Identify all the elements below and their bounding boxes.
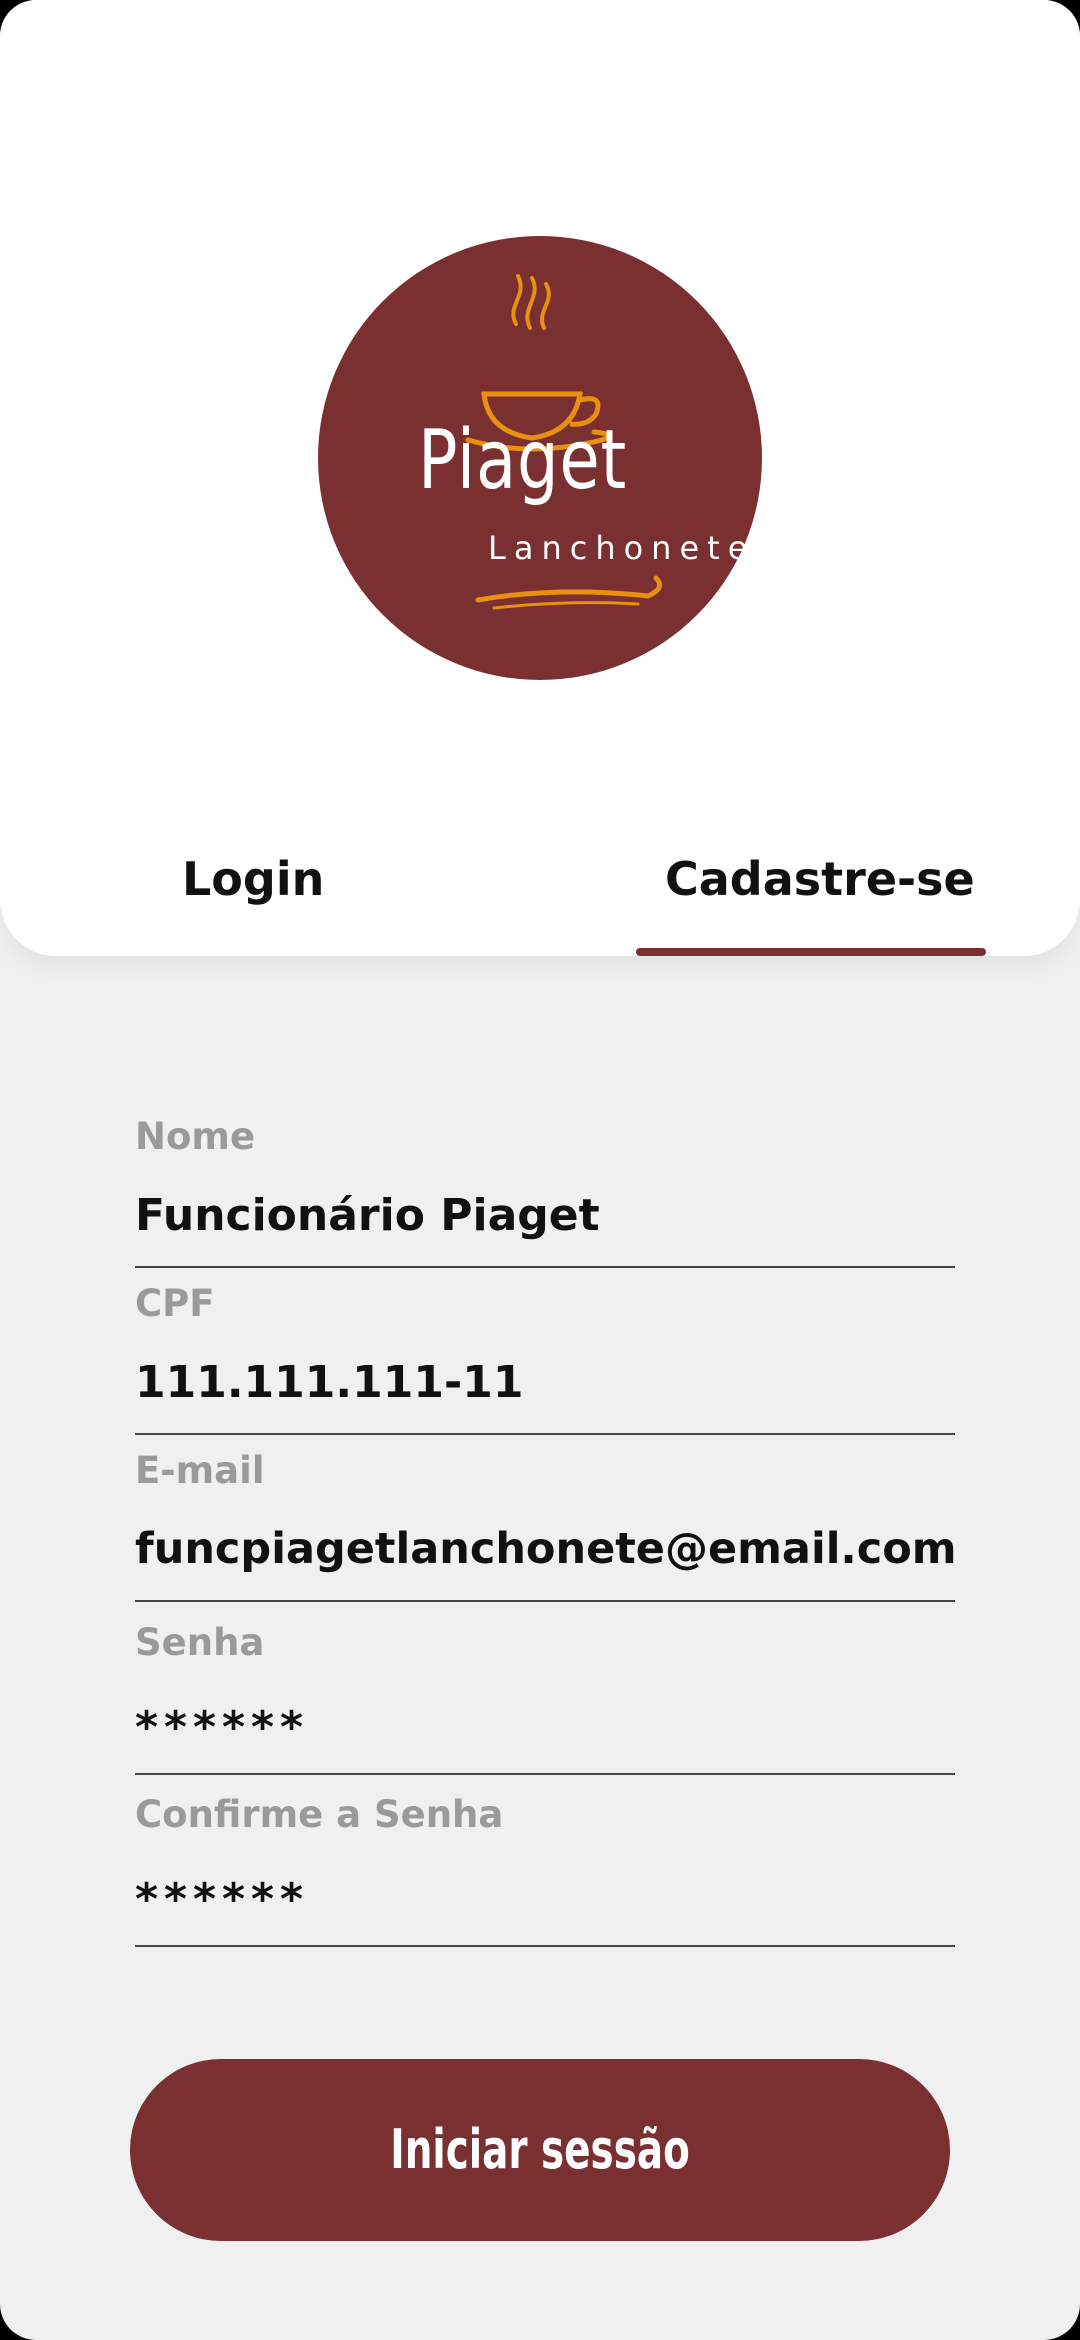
- email-label: E-mail: [135, 1449, 265, 1492]
- password-label: Senha: [135, 1621, 265, 1664]
- confirm-password-underline: [135, 1945, 955, 1947]
- tab-login[interactable]: Login: [182, 856, 324, 902]
- cpf-label: CPF: [135, 1282, 215, 1325]
- email-input[interactable]: funcpiagetlanchonete@email.com: [135, 1528, 957, 1571]
- logo-brand-text: Piaget: [418, 413, 628, 508]
- logo-subtitle-text: Lanchonete: [488, 529, 756, 567]
- cpf-input[interactable]: 111.111.111-11: [135, 1361, 955, 1405]
- tab-signup[interactable]: Cadastre-se: [665, 856, 975, 902]
- cpf-underline: [135, 1433, 955, 1435]
- password-underline: [135, 1773, 955, 1775]
- name-input[interactable]: Funcionário Piaget: [135, 1194, 955, 1238]
- start-session-button[interactable]: Iniciar sessão: [130, 2059, 950, 2241]
- email-underline: [135, 1600, 955, 1602]
- app-logo: Piaget Lanchonete: [318, 236, 762, 680]
- active-tab-indicator: [636, 948, 986, 956]
- confirm-password-input[interactable]: ******: [135, 1878, 955, 1922]
- header-card: Piaget Lanchonete Login Cadastre-se: [0, 0, 1080, 956]
- name-underline: [135, 1266, 955, 1268]
- name-label: Nome: [135, 1115, 256, 1158]
- start-session-label: Iniciar sessão: [390, 2118, 690, 2181]
- signup-screen: Piaget Lanchonete Login Cadastre-se Nome…: [0, 0, 1080, 2340]
- confirm-password-label: Confirme a Senha: [135, 1793, 504, 1836]
- password-input[interactable]: ******: [135, 1706, 955, 1750]
